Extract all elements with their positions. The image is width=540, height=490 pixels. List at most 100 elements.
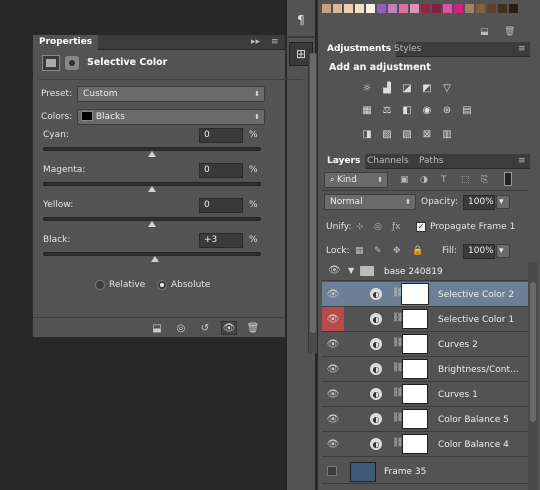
blend-mode-select[interactable]: Normal ⬍ bbox=[324, 194, 416, 210]
curves-icon[interactable]: ◪ bbox=[400, 82, 414, 94]
mask-icon[interactable] bbox=[65, 56, 79, 70]
swatch[interactable] bbox=[432, 4, 441, 13]
slider-thumb[interactable] bbox=[148, 151, 156, 157]
layer-row[interactable]: 👁 ◐ ⛓ Curves 1 bbox=[322, 382, 528, 407]
layer-mask-thumbnail[interactable] bbox=[402, 309, 428, 329]
tab-adjustments[interactable]: Adjustments bbox=[322, 42, 397, 57]
preset-select[interactable]: Custom ⬍ bbox=[77, 86, 265, 102]
triangle-down-icon[interactable]: ▼ bbox=[348, 266, 354, 275]
swatch[interactable] bbox=[399, 4, 408, 13]
slider-thumb[interactable] bbox=[148, 221, 156, 227]
slider-value-field[interactable]: 0 bbox=[199, 128, 243, 143]
layer-row[interactable]: 👁 ◐ ⛓ Color Balance 4 bbox=[322, 432, 528, 457]
layer-row[interactable]: 👁 ◐ ⛓ Selective Color 1 bbox=[322, 307, 528, 332]
color-lookup-icon[interactable]: ▤ bbox=[460, 104, 474, 116]
eye-icon[interactable]: 👁 bbox=[322, 382, 344, 406]
hue-saturation-icon[interactable]: ▦ bbox=[360, 104, 374, 116]
slider-value-field[interactable]: 0 bbox=[199, 198, 243, 213]
channel-mixer-icon[interactable]: ⊛ bbox=[440, 104, 454, 116]
eye-icon[interactable]: 👁 bbox=[221, 321, 237, 335]
invert-icon[interactable]: ◨ bbox=[360, 128, 374, 140]
paragraph-icon[interactable]: ¶ bbox=[289, 8, 313, 32]
filter-smart-object-icon[interactable]: ⎘ bbox=[481, 173, 488, 187]
layer-mask-thumbnail[interactable] bbox=[402, 384, 428, 404]
swatch[interactable] bbox=[421, 4, 430, 13]
color-balance-icon[interactable]: ⚖ bbox=[380, 104, 394, 116]
clip-to-layer-icon[interactable]: ⬓ bbox=[149, 321, 165, 335]
layer-filter-kind[interactable]: ⌕ Kind ⬍ bbox=[324, 172, 388, 188]
tab-layers[interactable]: Layers bbox=[322, 154, 366, 169]
slider-value-field[interactable]: 0 bbox=[199, 163, 243, 178]
exposure-icon[interactable]: ◩ bbox=[420, 82, 434, 94]
opacity-dropdown[interactable]: ▾ bbox=[496, 195, 510, 209]
scrollbar-thumb[interactable] bbox=[530, 282, 536, 422]
collapse-icon[interactable]: ▸▸ bbox=[251, 35, 260, 49]
layer-mask-thumbnail[interactable] bbox=[402, 334, 428, 354]
propagate-checkbox[interactable]: ✓ bbox=[416, 222, 426, 232]
layer-row[interactable]: 👁 ◐ ⛓ Color Balance 5 bbox=[322, 407, 528, 432]
swatch[interactable] bbox=[322, 4, 331, 13]
panel-menu-icon[interactable]: ≡ bbox=[518, 154, 526, 168]
lock-all-icon[interactable]: 🔒 bbox=[412, 244, 423, 258]
swatch[interactable] bbox=[410, 4, 419, 13]
scrollbar-thumb[interactable] bbox=[310, 53, 316, 333]
layer-mask-thumbnail[interactable] bbox=[401, 283, 429, 305]
unify-style-icon[interactable]: ƒx bbox=[392, 220, 401, 234]
slider-thumb[interactable] bbox=[151, 256, 160, 262]
swatch[interactable] bbox=[476, 4, 485, 13]
tab-properties[interactable]: Properties bbox=[33, 35, 99, 50]
new-swatch-icon[interactable]: ⬓ bbox=[480, 25, 489, 39]
swatch[interactable] bbox=[333, 4, 342, 13]
filter-toggle[interactable] bbox=[504, 172, 512, 186]
tab-paths[interactable]: Paths bbox=[414, 154, 448, 169]
fill-dropdown[interactable]: ▾ bbox=[496, 244, 510, 258]
relative-radio[interactable] bbox=[95, 280, 105, 290]
trash-icon[interactable]: 🗑 bbox=[504, 25, 515, 39]
layer-mask-thumbnail[interactable] bbox=[402, 409, 428, 429]
eye-icon[interactable]: 👁 bbox=[322, 432, 344, 456]
levels-icon[interactable]: ▟ bbox=[380, 82, 394, 94]
eye-icon[interactable]: 👁 bbox=[322, 357, 344, 381]
filter-shape-icon[interactable]: ⬚ bbox=[461, 173, 470, 187]
opacity-field[interactable]: 100% bbox=[463, 195, 495, 210]
threshold-icon[interactable]: ▧ bbox=[400, 128, 414, 140]
eye-icon[interactable]: 👁 bbox=[328, 265, 341, 276]
layer-group-row[interactable]: 👁 ▼ base 240819 bbox=[322, 262, 528, 281]
swatch[interactable] bbox=[344, 4, 353, 13]
tab-channels[interactable]: Channels bbox=[362, 154, 414, 169]
eye-icon[interactable]: 👁 bbox=[322, 332, 344, 356]
filter-type-icon[interactable]: T bbox=[441, 173, 447, 187]
swatch[interactable] bbox=[465, 4, 474, 13]
trash-icon[interactable]: 🗑 bbox=[245, 321, 261, 335]
panel-menu-icon[interactable]: ≡ bbox=[518, 42, 526, 56]
unify-position-icon[interactable]: ⊹ bbox=[356, 220, 364, 234]
swatch[interactable] bbox=[498, 4, 507, 13]
swatch[interactable] bbox=[366, 4, 375, 13]
eye-icon[interactable]: 👁 bbox=[322, 282, 344, 306]
vibrance-icon[interactable]: ▽ bbox=[440, 82, 454, 94]
unify-visibility-icon[interactable]: ◎ bbox=[374, 220, 382, 234]
swatch[interactable] bbox=[388, 4, 397, 13]
layer-mask-thumbnail[interactable] bbox=[402, 359, 428, 379]
eye-icon[interactable]: 👁 bbox=[322, 407, 344, 431]
layer-row[interactable]: 👁 ◐ ⛓ Brightness/Cont... bbox=[322, 357, 528, 382]
panel-menu-icon[interactable]: ≡ bbox=[271, 35, 279, 49]
colors-select[interactable]: Blacks ⬍ bbox=[77, 109, 265, 125]
selective-color-icon[interactable]: ⊠ bbox=[420, 128, 434, 140]
layer-mask-thumbnail[interactable] bbox=[402, 434, 428, 454]
layer-frame-row[interactable]: Frame 35 bbox=[322, 460, 528, 484]
absolute-radio[interactable] bbox=[157, 280, 167, 290]
layers-scrollbar[interactable] bbox=[528, 262, 538, 490]
lock-transparency-icon[interactable]: ▦ bbox=[355, 244, 364, 258]
swatch[interactable] bbox=[509, 4, 518, 13]
eye-icon[interactable]: 👁 bbox=[322, 307, 344, 331]
swatch[interactable] bbox=[487, 4, 496, 13]
tab-styles[interactable]: Styles bbox=[389, 42, 426, 57]
posterize-icon[interactable]: ▨ bbox=[380, 128, 394, 140]
view-previous-icon[interactable]: ◎ bbox=[173, 321, 189, 335]
swatch[interactable] bbox=[355, 4, 364, 13]
lock-position-icon[interactable]: ✥ bbox=[393, 244, 401, 258]
lock-pixels-icon[interactable]: ✎ bbox=[374, 244, 382, 258]
swatch[interactable] bbox=[443, 4, 452, 13]
layer-row[interactable]: 👁 ◐ ⛓ Curves 2 bbox=[322, 332, 528, 357]
